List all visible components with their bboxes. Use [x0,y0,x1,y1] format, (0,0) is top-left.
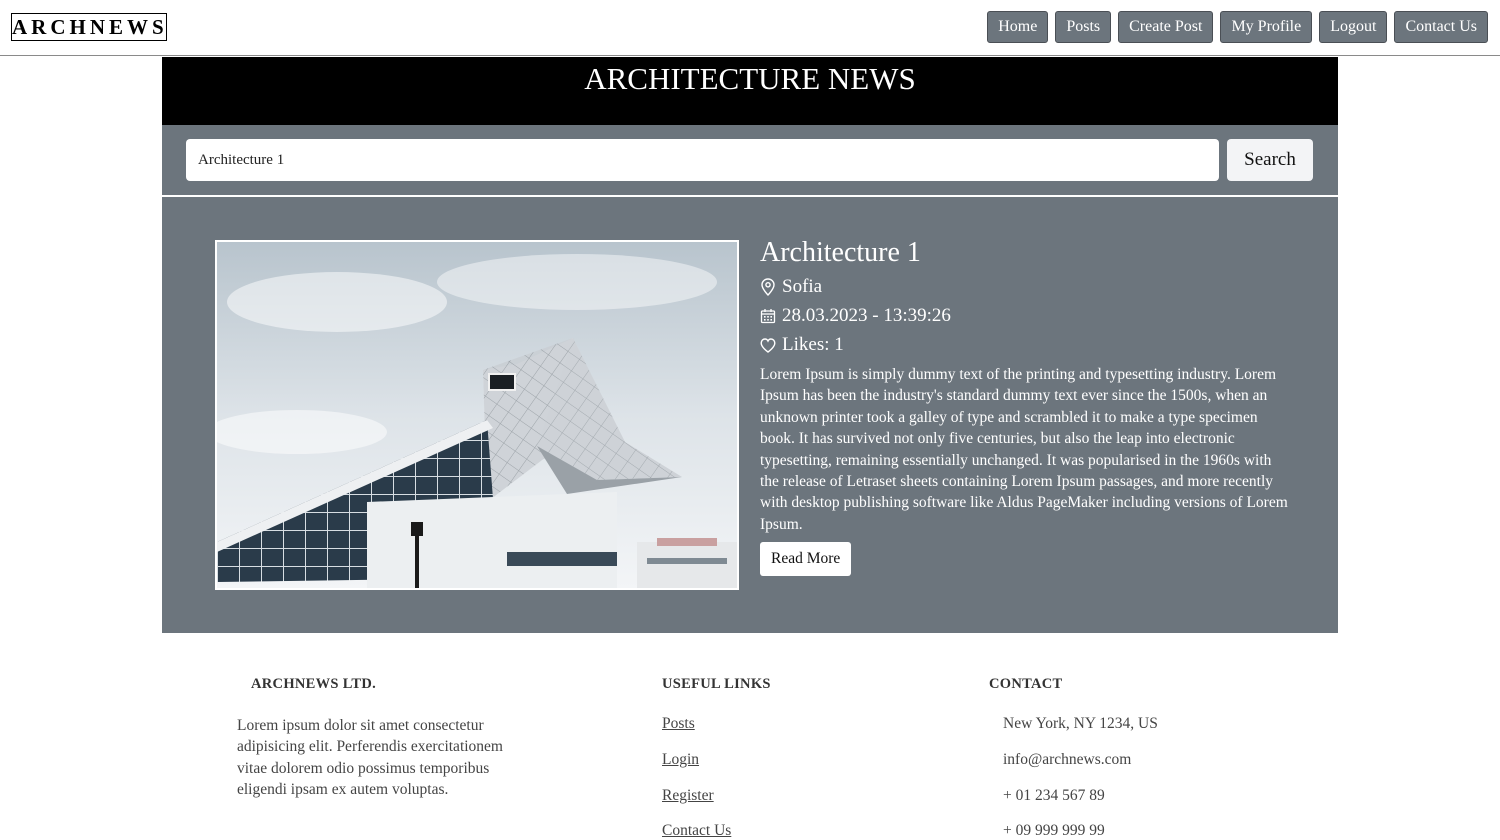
footer-about-text: Lorem ipsum dolor sit amet consectetur a… [237,717,503,799]
footer-links-heading: USEFUL LINKS [662,676,771,692]
footer-contact-address: New York, NY 1234, US [1003,715,1158,732]
nav-logout-button[interactable]: Logout [1319,11,1388,43]
hero-banner: ARCHITECTURE NEWS [162,57,1338,125]
footer-contact-heading: CONTACT [989,676,1063,692]
nav-posts-button[interactable]: Posts [1055,11,1112,43]
footer-contact-phone-2: + 09 999 999 99 [1003,822,1105,839]
search-bar: Search [162,125,1338,197]
nav-contact-us-button[interactable]: Contact Us [1394,11,1488,43]
footer-link-posts[interactable]: Posts [662,715,695,733]
nav-links: Home Posts Create Post My Profile Logout… [987,11,1488,43]
nav-my-profile-button[interactable]: My Profile [1220,11,1313,43]
nav-home-button[interactable]: Home [987,11,1049,43]
search-input[interactable] [186,139,1219,181]
hero-title: ARCHITECTURE NEWS [584,61,916,96]
read-more-button[interactable]: Read More [760,542,852,576]
footer-link-register[interactable]: Register [662,787,714,805]
post-location-text: Sofia [782,276,823,297]
post-card: Architecture 1 Sofia 28.03.2023 - 13:39:… [162,197,1338,633]
location-pin-icon [761,278,775,296]
footer-link-contact-us[interactable]: Contact Us [662,822,731,840]
post-likes: Likes: 1 [760,334,844,356]
footer-about-heading: ARCHNEWS LTD. [251,676,377,692]
post-date: 28.03.2023 - 13:39:26 [760,305,951,327]
post-likes-text: Likes: 1 [782,334,844,355]
post-image[interactable] [215,240,739,590]
search-button[interactable]: Search [1227,139,1313,181]
post-date-text: 28.03.2023 - 13:39:26 [782,305,951,326]
heart-icon[interactable] [760,337,776,353]
site-logo[interactable]: ARCHNEWS [11,13,167,41]
footer-contact-phone: + 01 234 567 89 [1003,787,1105,804]
post-body: Lorem Ipsum is simply dummy text of the … [760,366,1288,533]
footer-link-login[interactable]: Login [662,751,699,769]
calendar-icon [760,309,776,324]
nav-create-post-button[interactable]: Create Post [1118,11,1214,43]
post-location: Sofia [760,276,822,298]
post-title[interactable]: Architecture 1 [760,237,921,269]
navbar: ARCHNEWS Home Posts Create Post My Profi… [0,0,1500,56]
footer-contact-email: info@archnews.com [1003,751,1132,768]
